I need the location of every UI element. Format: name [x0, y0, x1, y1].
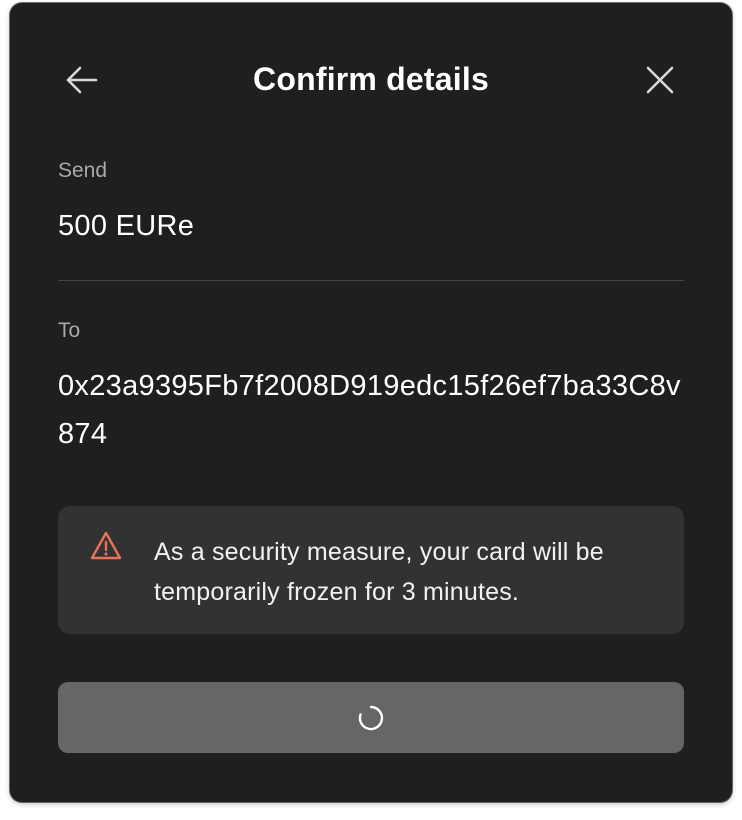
security-notice-text: As a security measure, your card will be… — [154, 538, 604, 606]
recipient-address: 0x23a9395Fb7f2008D919edc15f26ef7ba33C8v8… — [58, 370, 681, 450]
dialog-title: Confirm details — [253, 61, 489, 97]
close-icon — [646, 66, 674, 94]
warning-triangle-icon — [90, 531, 122, 560]
recipient-label: To — [58, 319, 81, 342]
close-button[interactable] — [640, 60, 680, 100]
confirm-details-dialog: Confirm details Send 500 EURe To 0x23a93… — [10, 3, 732, 802]
security-notice: As a security measure, your card will be… — [58, 506, 684, 634]
dialog-header: Confirm details — [10, 3, 732, 153]
spinner-icon — [358, 705, 384, 730]
send-label: Send — [58, 159, 108, 182]
divider — [58, 280, 684, 281]
send-amount: 500 EURe — [58, 210, 195, 242]
confirm-button[interactable] — [58, 682, 684, 753]
